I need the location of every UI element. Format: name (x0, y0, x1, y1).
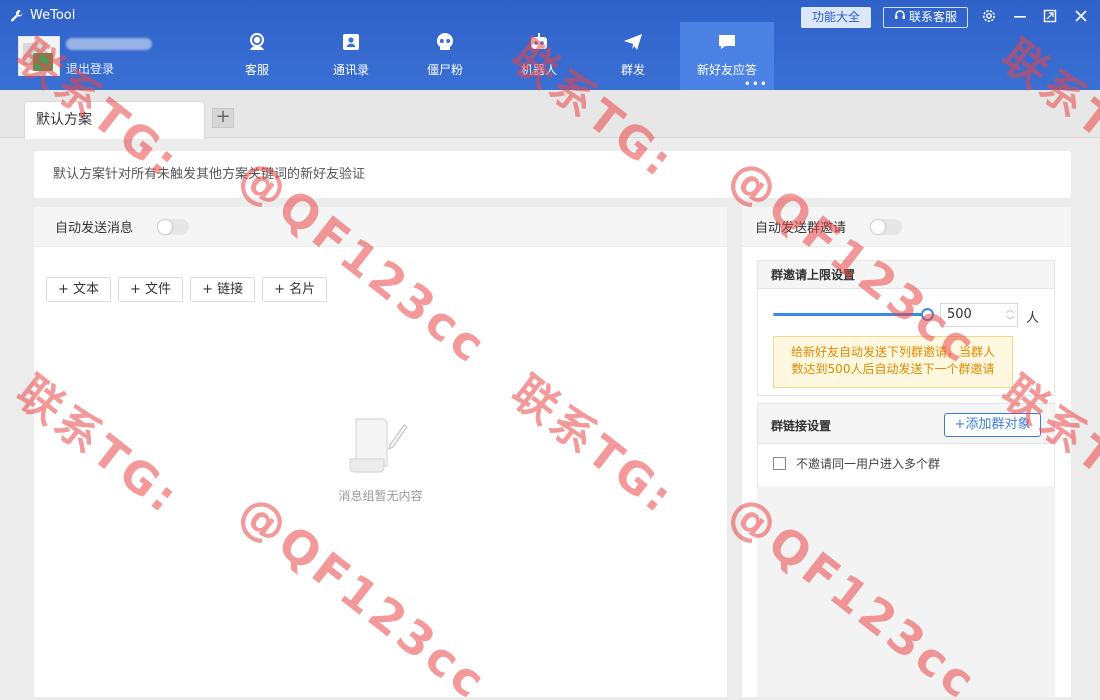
headset-icon (246, 31, 268, 53)
chevron-down-icon[interactable]: ﹀ (1006, 315, 1014, 326)
auto-group-invite-panel: 自动发送群邀请 群邀请上限设置 500 ︿ ﹀ 人 给新好友自动发送下列群邀请，… (742, 207, 1071, 697)
nav-label: 机器人 (520, 63, 557, 77)
chat-icon (716, 31, 738, 53)
contact-service-button[interactable]: 联系客服 (883, 7, 968, 28)
invite-limit-section: 群邀请上限设置 500 ︿ ﹀ 人 给新好友自动发送下列群邀请，当群人 数达到5… (757, 260, 1055, 396)
invite-limit-tip-line2: 数达到500人后自动发送下一个群邀请 (791, 362, 995, 376)
nav-item-mass-send[interactable]: 群发 (586, 22, 680, 90)
nav-item-robot[interactable]: 机器人 (492, 22, 586, 90)
auto-message-title: 自动发送消息 (55, 221, 134, 236)
minimize-icon[interactable] (1012, 8, 1028, 24)
invite-limit-tip-line1: 给新好友自动发送下列群邀请，当群人 (790, 345, 995, 359)
group-link-title: 群链接设置 (771, 419, 832, 433)
nav-item-zombie-fans[interactable]: 僵尸粉 (398, 22, 492, 90)
send-icon (622, 31, 644, 53)
scheme-description: 默认方案针对所有未触发其他方案关键词的新好友验证 (34, 151, 1071, 198)
nav-item-customer-service[interactable]: 客服 (210, 22, 304, 90)
nav-item-new-friend-reply[interactable]: 新好友应答 ••• (680, 22, 774, 90)
empty-document-icon (342, 415, 416, 477)
group-link-header: 群链接设置 +添加群对象 (758, 404, 1054, 444)
more-dots-icon[interactable]: ••• (744, 78, 768, 90)
nav-label: 群发 (620, 63, 645, 77)
add-content-buttons: + 文本 + 文件 + 链接 + 名片 (46, 277, 328, 302)
group-link-section: 群链接设置 +添加群对象 不邀请同一用户进入多个群 (757, 403, 1055, 490)
contact-service-label: 联系客服 (908, 10, 957, 24)
invite-limit-slider-handle[interactable] (921, 308, 934, 321)
add-card-button[interactable]: + 名片 (262, 277, 328, 302)
headset-small-icon (894, 8, 906, 27)
group-list-area (757, 486, 1055, 697)
avatar[interactable] (18, 36, 60, 76)
invite-limit-stepper[interactable]: ︿ ﹀ (1002, 304, 1018, 326)
invite-limit-unit: 人 (1026, 311, 1040, 326)
no-duplicate-invite-checkbox[interactable] (773, 457, 786, 470)
user-name-blurred (66, 38, 152, 50)
maximize-icon[interactable] (1042, 8, 1058, 24)
no-duplicate-invite-option[interactable]: 不邀请同一用户进入多个群 (773, 455, 940, 472)
invite-limit-slider-track[interactable] (773, 313, 929, 316)
nav-label: 通讯录 (332, 63, 369, 77)
invite-limit-title: 群邀请上限设置 (758, 261, 1054, 289)
feature-list-button[interactable]: 功能大全 (801, 7, 871, 28)
auto-message-toggle[interactable] (157, 218, 190, 235)
nav-label: 僵尸粉 (426, 63, 463, 77)
app-title: WeTool (10, 8, 75, 23)
wrench-icon (10, 9, 24, 23)
nav-label: 客服 (244, 63, 269, 77)
invite-limit-tip: 给新好友自动发送下列群邀请，当群人 数达到500人后自动发送下一个群邀请 (773, 336, 1013, 388)
app-name: WeTool (30, 8, 76, 23)
nav-item-contacts[interactable]: 通讯录 (304, 22, 398, 90)
auto-message-panel: 自动发送消息 + 文本 + 文件 + 链接 + 名片 消息组暂无内容 (34, 207, 727, 697)
add-link-button[interactable]: + 链接 (190, 277, 256, 302)
tab-default-scheme[interactable]: 默认方案 (24, 101, 205, 139)
skull-icon (434, 31, 456, 53)
nav-label: 新好友应答 (696, 63, 757, 77)
add-group-button[interactable]: +添加群对象 (944, 413, 1041, 437)
add-file-button[interactable]: + 文件 (118, 277, 184, 302)
no-duplicate-invite-label: 不邀请同一用户进入多个群 (796, 457, 941, 471)
title-bar: WeTool 退出登录 客服 通讯录 僵尸粉 机器人 群发 新好友应答 ••• … (0, 0, 1100, 90)
robot-icon (528, 31, 550, 53)
auto-group-invite-header: 自动发送群邀请 (742, 207, 1071, 247)
close-icon[interactable] (1073, 8, 1089, 24)
gear-icon[interactable] (981, 8, 997, 24)
add-tab-button[interactable]: + (212, 108, 234, 128)
auto-group-invite-toggle[interactable] (870, 218, 903, 235)
chevron-up-icon[interactable]: ︿ (1006, 304, 1014, 315)
main-nav: 客服 通讯录 僵尸粉 机器人 群发 新好友应答 ••• (210, 22, 774, 90)
auto-group-invite-title: 自动发送群邀请 (755, 221, 847, 236)
scheme-tab-bar: 默认方案 + (0, 90, 1100, 139)
add-text-button[interactable]: + 文本 (46, 277, 112, 302)
contacts-icon (340, 31, 362, 53)
auto-message-header: 自动发送消息 (34, 207, 727, 247)
logout-link[interactable]: 退出登录 (66, 60, 114, 77)
empty-message-text: 消息组暂无内容 (338, 489, 423, 503)
